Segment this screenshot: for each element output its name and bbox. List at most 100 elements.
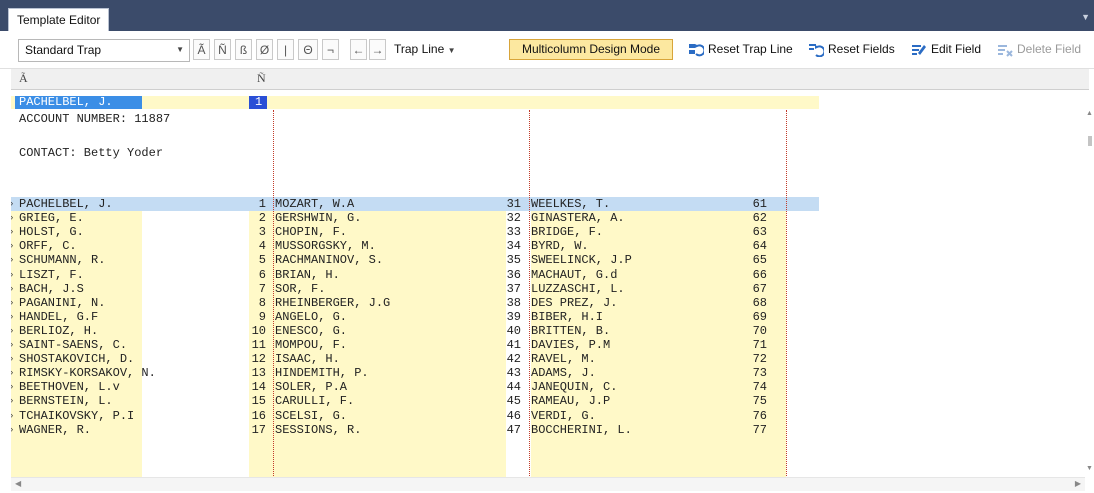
composer-name-col3[interactable]: WEELKES, T. bbox=[531, 197, 610, 211]
nav-right-button[interactable]: → bbox=[369, 39, 386, 60]
composer-name-col1[interactable]: SAINT-SAENS, C. bbox=[19, 338, 127, 352]
composer-number-col2[interactable]: 41 bbox=[491, 338, 521, 352]
composer-number-col2[interactable]: 33 bbox=[491, 225, 521, 239]
scroll-down-icon[interactable]: ▼ bbox=[1086, 465, 1093, 472]
composer-name-col3[interactable]: BRITTEN, B. bbox=[531, 324, 610, 338]
composer-name-col2[interactable]: BRIAN, H. bbox=[275, 268, 340, 282]
composer-name-col3[interactable]: JANEQUIN, C. bbox=[531, 380, 617, 394]
composer-name-col1[interactable]: BERLIOZ, H. bbox=[19, 324, 98, 338]
composer-name-col1[interactable]: BERNSTEIN, L. bbox=[19, 394, 113, 408]
composer-name-col1[interactable]: BACH, J.S bbox=[19, 282, 84, 296]
composer-name-col1[interactable]: GRIEG, E. bbox=[19, 211, 84, 225]
composer-number-col3[interactable]: 65 bbox=[737, 253, 767, 267]
composer-name-col3[interactable]: BOCCHERINI, L. bbox=[531, 423, 632, 437]
composer-name-col1[interactable]: SCHUMANN, R. bbox=[19, 253, 105, 267]
composer-name-col2[interactable]: RACHMANINOV, S. bbox=[275, 253, 383, 267]
composer-name-col2[interactable]: MUSSORGSKY, M. bbox=[275, 239, 376, 253]
composer-number-col2[interactable]: 39 bbox=[491, 310, 521, 324]
composer-name-col2[interactable]: SOR, F. bbox=[275, 282, 325, 296]
composer-number-col2[interactable]: 34 bbox=[491, 239, 521, 253]
composer-name-col3[interactable]: RAMEAU, J.P bbox=[531, 394, 610, 408]
composer-number-col3[interactable]: 67 bbox=[737, 282, 767, 296]
template-editor-surface[interactable]: PACHELBEL, J. 1 ACCOUNT NUMBER: 11887 CO… bbox=[11, 90, 1089, 490]
composer-number-col2[interactable]: 36 bbox=[491, 268, 521, 282]
composer-number-col2[interactable]: 43 bbox=[491, 366, 521, 380]
reset-fields-button[interactable]: Reset Fields bbox=[808, 39, 895, 60]
composer-number-col1[interactable]: 13 bbox=[236, 366, 266, 380]
scroll-thumb[interactable] bbox=[1088, 136, 1092, 146]
composer-name-col2[interactable]: SESSIONS, R. bbox=[275, 423, 361, 437]
composer-number-col1[interactable]: 5 bbox=[236, 253, 266, 267]
symbol-button-a-tilde[interactable]: Ã bbox=[193, 39, 210, 60]
symbol-button-o-slash[interactable]: Ø bbox=[256, 39, 273, 60]
symbol-button-theta[interactable]: Θ bbox=[298, 39, 318, 60]
composer-name-col3[interactable]: ADAMS, J. bbox=[531, 366, 596, 380]
composer-name-col1[interactable]: ORFF, C. bbox=[19, 239, 77, 253]
tab-template-editor[interactable]: Template Editor bbox=[8, 8, 110, 32]
composer-name-col3[interactable]: SWEELINCK, J.P bbox=[531, 253, 632, 267]
composer-number-col2[interactable]: 40 bbox=[491, 324, 521, 338]
column-divider-2[interactable] bbox=[529, 110, 530, 490]
composer-number-col1[interactable]: 11 bbox=[236, 338, 266, 352]
composer-number-col1[interactable]: 7 bbox=[236, 282, 266, 296]
composer-name-col2[interactable]: SOLER, P.A bbox=[275, 380, 347, 394]
composer-name-col1[interactable]: PACHELBEL, J. bbox=[19, 197, 113, 211]
composer-number-col2[interactable]: 46 bbox=[491, 409, 521, 423]
vertical-scrollbar[interactable]: ▲ ▼ bbox=[1085, 110, 1094, 472]
composer-name-col3[interactable]: MACHAUT, G.d bbox=[531, 268, 617, 282]
chevron-down-icon[interactable]: ▼ bbox=[1081, 12, 1090, 22]
symbol-button-eszett[interactable]: ß bbox=[235, 39, 252, 60]
composer-number-col3[interactable]: 66 bbox=[737, 268, 767, 282]
composer-number-col2[interactable]: 45 bbox=[491, 394, 521, 408]
multicolumn-design-mode-button[interactable]: Multicolumn Design Mode bbox=[509, 39, 673, 60]
composer-number-col3[interactable]: 68 bbox=[737, 296, 767, 310]
trap-number-field[interactable]: 1 bbox=[255, 95, 262, 109]
composer-name-col2[interactable]: ANGELO, G. bbox=[275, 310, 347, 324]
composer-name-col1[interactable]: HOLST, G. bbox=[19, 225, 84, 239]
composer-number-col2[interactable]: 47 bbox=[491, 423, 521, 437]
composer-number-col1[interactable]: 4 bbox=[236, 239, 266, 253]
composer-number-col1[interactable]: 16 bbox=[236, 409, 266, 423]
composer-name-col3[interactable]: VERDI, G. bbox=[531, 409, 596, 423]
trap-line-dropdown[interactable]: Trap Line ▼ bbox=[394, 39, 456, 60]
composer-name-col2[interactable]: HINDEMITH, P. bbox=[275, 366, 369, 380]
composer-number-col1[interactable]: 6 bbox=[236, 268, 266, 282]
composer-number-col2[interactable]: 38 bbox=[491, 296, 521, 310]
trap-name-field[interactable]: PACHELBEL, J. bbox=[19, 95, 113, 109]
composer-number-col1[interactable]: 9 bbox=[236, 310, 266, 324]
composer-name-col1[interactable]: WAGNER, R. bbox=[19, 423, 91, 437]
composer-number-col3[interactable]: 74 bbox=[737, 380, 767, 394]
composer-number-col1[interactable]: 14 bbox=[236, 380, 266, 394]
composer-number-col3[interactable]: 69 bbox=[737, 310, 767, 324]
composer-number-col3[interactable]: 77 bbox=[737, 423, 767, 437]
column-header-2[interactable]: Ñ bbox=[257, 71, 266, 86]
composer-name-col2[interactable]: MOMPOU, F. bbox=[275, 338, 347, 352]
composer-name-col1[interactable]: RIMSKY-KORSAKOV, N. bbox=[19, 366, 156, 380]
column-header-1[interactable]: Ã bbox=[19, 71, 28, 86]
composer-name-col2[interactable]: MOZART, W.A bbox=[275, 197, 354, 211]
scroll-right-icon[interactable]: ▶ bbox=[1075, 479, 1081, 488]
composer-number-col1[interactable]: 17 bbox=[236, 423, 266, 437]
composer-number-col3[interactable]: 70 bbox=[737, 324, 767, 338]
composer-number-col3[interactable]: 72 bbox=[737, 352, 767, 366]
composer-name-col2[interactable]: ENESCO, G. bbox=[275, 324, 347, 338]
composer-name-col2[interactable]: GERSHWIN, G. bbox=[275, 211, 361, 225]
composer-name-col1[interactable]: LISZT, F. bbox=[19, 268, 84, 282]
composer-name-col3[interactable]: BIBER, H.I bbox=[531, 310, 603, 324]
horizontal-scrollbar[interactable]: ◀ ▶ bbox=[11, 477, 1085, 491]
symbol-button-pipe[interactable]: | bbox=[277, 39, 294, 60]
column-divider-3[interactable] bbox=[786, 110, 787, 490]
composer-number-col2[interactable]: 37 bbox=[491, 282, 521, 296]
composer-name-col3[interactable]: DES PREZ, J. bbox=[531, 296, 617, 310]
composer-number-col1[interactable]: 3 bbox=[236, 225, 266, 239]
edit-field-button[interactable]: Edit Field bbox=[911, 39, 981, 60]
composer-name-col1[interactable]: HANDEL, G.F bbox=[19, 310, 98, 324]
delete-field-button[interactable]: Delete Field bbox=[997, 39, 1081, 60]
composer-name-col3[interactable]: RAVEL, M. bbox=[531, 352, 596, 366]
composer-name-col2[interactable]: RHEINBERGER, J.G bbox=[275, 296, 390, 310]
composer-name-col1[interactable]: SHOSTAKOVICH, D. bbox=[19, 352, 134, 366]
symbol-button-n-tilde[interactable]: Ñ bbox=[214, 39, 231, 60]
composer-name-col2[interactable]: ISAAC, H. bbox=[275, 352, 340, 366]
composer-number-col1[interactable]: 10 bbox=[236, 324, 266, 338]
composer-number-col3[interactable]: 62 bbox=[737, 211, 767, 225]
